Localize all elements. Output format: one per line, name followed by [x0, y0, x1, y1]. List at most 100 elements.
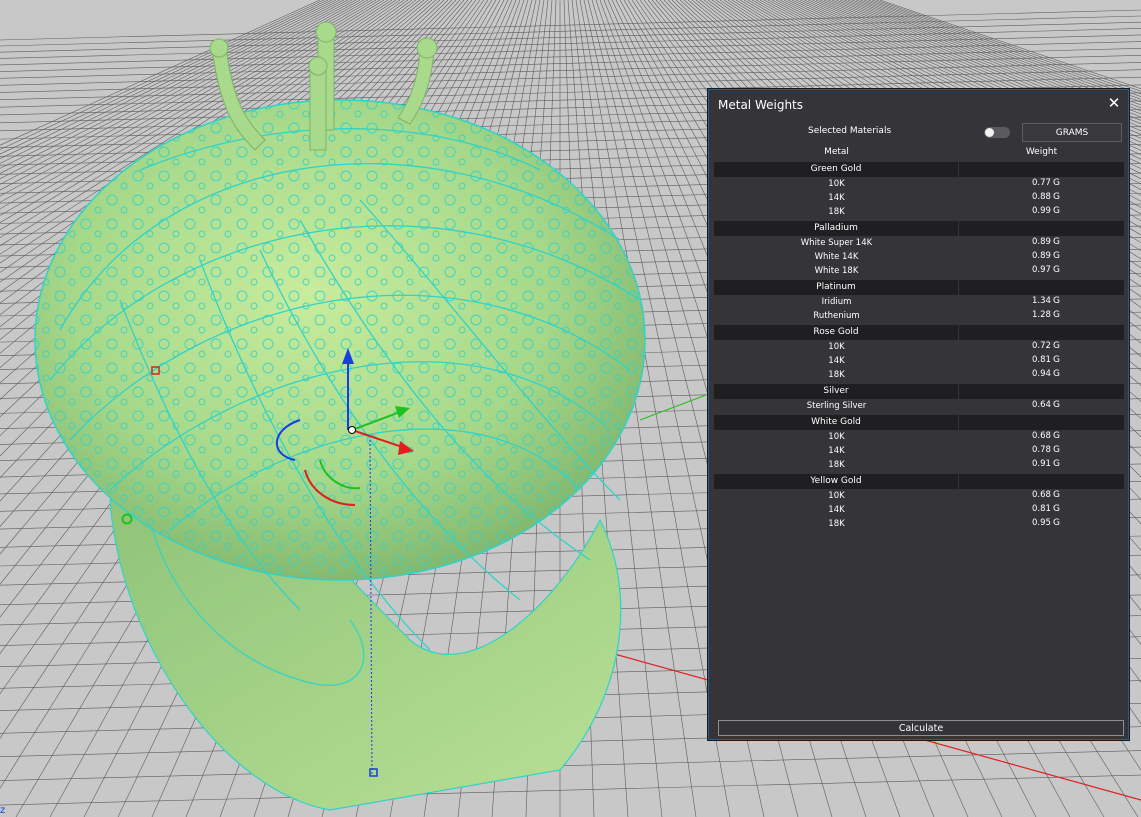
weight-unit: G [1052, 296, 1060, 306]
weight-value: 0.89 [1032, 237, 1051, 247]
weight-unit: G [1052, 400, 1060, 410]
table-row: 14K 0.88 G [714, 191, 1124, 205]
column-header-metal: Metal [824, 147, 849, 157]
table-body: Green Gold 10K 0.77 G 14K 0.88 G 18K 0.99 G Pallad… [714, 162, 1124, 531]
metal-name: 18K [828, 460, 845, 470]
weight-value: 0.88 [1032, 192, 1051, 202]
table-row: 18K 0.94 G [714, 368, 1124, 382]
table-row: 10K 0.77 G [714, 177, 1124, 191]
table-row: 14K 0.78 G [714, 444, 1124, 458]
weight-unit: G [1052, 251, 1060, 261]
group-weight-cell [959, 384, 1124, 399]
weight-value: 0.68 [1032, 431, 1051, 441]
metal-weight: 0.81 G [1032, 504, 1060, 514]
weight-unit: G [1052, 504, 1060, 514]
weight-value: 0.64 [1032, 400, 1051, 410]
weight-unit: G [1052, 265, 1060, 275]
weight-unit: G [1052, 490, 1060, 500]
group-name: White Gold [714, 415, 958, 430]
table-row: Iridium 1.34 G [714, 295, 1124, 309]
weight-unit: G [1052, 369, 1060, 379]
table-row: 10K 0.72 G [714, 340, 1124, 354]
metal-weight: 0.94 G [1032, 369, 1060, 379]
y-axis-line [639, 394, 707, 421]
metal-name: White 14K [814, 252, 859, 262]
group-row: Yellow Gold [714, 474, 1124, 489]
metal-name: Iridium [821, 297, 852, 307]
metal-weight: 0.99 G [1032, 206, 1060, 216]
metal-name: 10K [828, 432, 845, 442]
toggle-knob [985, 128, 994, 137]
metal-weights-panel: Metal Weights ✕ Selected Materials GRAMS… [708, 89, 1129, 740]
weight-unit: G [1052, 341, 1060, 351]
weight-unit: G [1052, 355, 1060, 365]
metal-weight: 0.77 G [1032, 178, 1060, 188]
table-row: 18K 0.95 G [714, 517, 1124, 531]
selected-materials-toggle[interactable] [984, 127, 1010, 138]
z-axis-label: z [0, 805, 5, 816]
metal-name: 14K [828, 193, 845, 203]
table-row: 10K 0.68 G [714, 489, 1124, 503]
group-name: Rose Gold [714, 325, 958, 340]
group-weight-cell [959, 474, 1124, 489]
weight-value: 0.99 [1032, 206, 1051, 216]
group-row: Platinum [714, 280, 1124, 295]
selected-materials-row: Selected Materials GRAMS [709, 123, 1128, 143]
weight-unit: G [1052, 237, 1060, 247]
weight-unit: G [1052, 445, 1060, 455]
metal-name: 18K [828, 370, 845, 380]
metal-name: 10K [828, 179, 845, 189]
metal-weight: 0.89 G [1032, 251, 1060, 261]
metal-name: 14K [828, 356, 845, 366]
group-row: Green Gold [714, 162, 1124, 177]
close-icon[interactable]: ✕ [1106, 95, 1122, 111]
weight-unit: G [1052, 192, 1060, 202]
panel-title: Metal Weights [718, 98, 804, 112]
metal-name: White 18K [814, 266, 859, 276]
column-header-weight: Weight [1025, 147, 1058, 157]
weight-value: 0.89 [1032, 251, 1051, 261]
selected-materials-label: Selected Materials [808, 126, 892, 136]
weight-value: 0.77 [1032, 178, 1051, 188]
weight-value: 0.78 [1032, 445, 1051, 455]
metal-name: 18K [828, 207, 845, 217]
group-name: Yellow Gold [714, 474, 958, 489]
weight-unit: G [1052, 459, 1060, 469]
table-row: 18K 0.99 G [714, 205, 1124, 219]
table-row: White Super 14K 0.89 G [714, 236, 1124, 250]
metal-weights-table: Metal Weight Green Gold 10K 0.77 G 14K 0.88 G 1… [714, 147, 1124, 531]
metal-weight: 1.34 G [1032, 296, 1060, 306]
weight-unit: G [1052, 431, 1060, 441]
calculate-button[interactable]: Calculate [718, 720, 1124, 736]
weight-value: 1.28 [1032, 310, 1051, 320]
metal-weight: 0.89 G [1032, 237, 1060, 247]
units-button[interactable]: GRAMS [1022, 123, 1122, 142]
weight-value: 0.94 [1032, 369, 1051, 379]
group-name: Green Gold [714, 162, 958, 177]
weight-unit: G [1052, 206, 1060, 216]
table-row: White 14K 0.89 G [714, 250, 1124, 264]
weight-unit: G [1052, 178, 1060, 188]
table-row: 14K 0.81 G [714, 503, 1124, 517]
metal-name: Sterling Silver [806, 401, 867, 411]
metal-weight: 0.88 G [1032, 192, 1060, 202]
metal-weight: 0.78 G [1032, 445, 1060, 455]
weight-unit: G [1052, 518, 1060, 528]
metal-weight: 0.91 G [1032, 459, 1060, 469]
metal-weight: 0.97 G [1032, 265, 1060, 275]
metal-weight: 0.64 G [1032, 400, 1060, 410]
table-row: Sterling Silver 0.64 G [714, 399, 1124, 413]
table-row: 18K 0.91 G [714, 458, 1124, 472]
ring-model[interactable] [34, 21, 646, 811]
weight-value: 0.72 [1032, 341, 1051, 351]
metal-weight: 0.95 G [1032, 518, 1060, 528]
group-row: White Gold [714, 415, 1124, 430]
group-weight-cell [959, 221, 1124, 236]
group-weight-cell [959, 415, 1124, 430]
weight-value: 0.68 [1032, 490, 1051, 500]
metal-weight: 0.68 G [1032, 431, 1060, 441]
table-row: 10K 0.68 G [714, 430, 1124, 444]
weight-value: 0.81 [1032, 355, 1051, 365]
metal-name: 10K [828, 342, 845, 352]
metal-name: 14K [828, 446, 845, 456]
